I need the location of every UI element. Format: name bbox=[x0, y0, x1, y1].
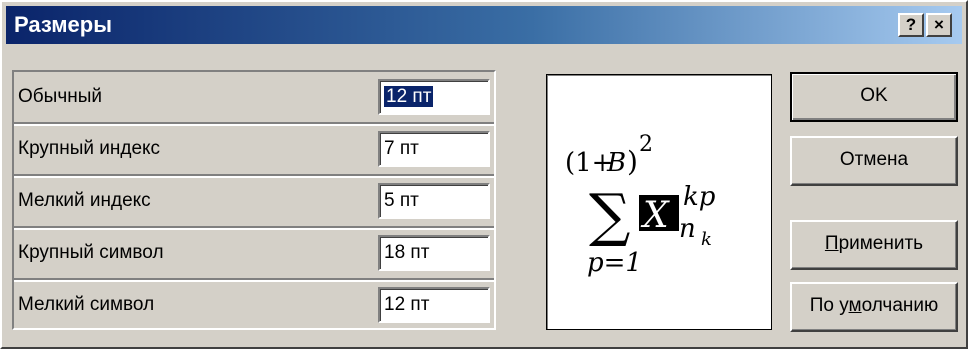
size-value-normal: 12 пт bbox=[384, 86, 434, 107]
size-label-small-index: Мелкий индекс bbox=[18, 190, 151, 211]
help-button[interactable]: ? bbox=[898, 13, 924, 37]
preview-close-paren: ) bbox=[627, 145, 638, 178]
title-bar[interactable]: Размеры ? × bbox=[6, 6, 962, 44]
size-label-large-index: Крупный индекс bbox=[18, 138, 161, 159]
size-label-small-symbol: Мелкий символ bbox=[18, 294, 155, 315]
size-label-normal: Обычный bbox=[18, 86, 102, 107]
size-label-large-symbol: Крупный символ bbox=[18, 242, 164, 263]
apply-button[interactable]: Применить bbox=[790, 220, 958, 270]
default-label-rest: олчанию bbox=[861, 295, 939, 316]
preview-var-b: B bbox=[606, 148, 626, 178]
size-row-small-index: Мелкий индекс 5 пт bbox=[14, 176, 494, 230]
preview-subscript-k: k bbox=[701, 229, 712, 250]
size-input-large-symbol[interactable]: 18 пт bbox=[378, 235, 490, 271]
preview-power: 2 bbox=[639, 132, 653, 157]
sizes-panel: Обычный 12 пт Крупный индекс 7 пт Мелкий… bbox=[12, 70, 496, 330]
preview-lower-limit: p=1 bbox=[587, 248, 642, 278]
default-mnemonic: м bbox=[848, 295, 862, 316]
size-input-small-index[interactable]: 5 пт bbox=[378, 183, 490, 219]
size-row-small-symbol: Мелкий символ 12 пт bbox=[14, 280, 494, 332]
default-label-pre: По у bbox=[809, 295, 849, 316]
dialog-window: Размеры ? × Обычный 12 пт Крупный индекс… bbox=[0, 0, 968, 349]
size-row-large-index: Крупный индекс 7 пт bbox=[14, 124, 494, 178]
apply-mnemonic: П bbox=[824, 233, 839, 254]
preview-superscript: kp bbox=[683, 182, 716, 212]
default-button[interactable]: По умолчанию bbox=[790, 282, 958, 332]
formula-preview: (1+ B ) 2 ∑ X kp n k p=1 bbox=[546, 74, 772, 330]
size-row-normal: Обычный 12 пт bbox=[14, 72, 494, 126]
apply-label-rest: рименить bbox=[838, 233, 924, 254]
preview-var-x: X bbox=[640, 195, 670, 236]
dialog-title: Размеры bbox=[14, 12, 113, 37]
preview-sum-sign: ∑ bbox=[589, 181, 630, 249]
size-input-normal[interactable]: 12 пт bbox=[378, 79, 490, 115]
close-button[interactable]: × bbox=[926, 13, 952, 37]
size-row-large-symbol: Крупный символ 18 пт bbox=[14, 228, 494, 282]
ok-button[interactable]: OK bbox=[790, 72, 958, 122]
size-input-large-index[interactable]: 7 пт bbox=[378, 131, 490, 167]
preview-subscript-n: n bbox=[679, 214, 696, 244]
cancel-button[interactable]: Отмена bbox=[790, 136, 958, 186]
formula-preview-graphic: (1+ B ) 2 ∑ X kp n k p=1 bbox=[565, 132, 716, 278]
size-input-small-symbol[interactable]: 12 пт bbox=[378, 287, 490, 323]
